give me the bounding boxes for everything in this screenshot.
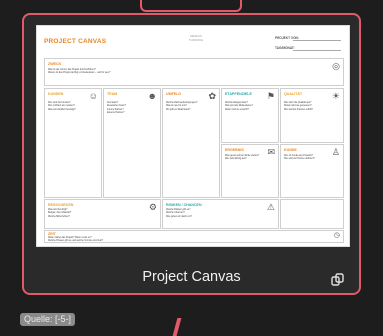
- card-caption: Project Canvas: [142, 269, 241, 285]
- milestone-icon: ⚑: [266, 91, 275, 101]
- section-text: Wann startet das Projekt? Wann endet es?…: [48, 237, 103, 243]
- resources-icon: ⚙: [148, 202, 157, 212]
- section-text: Wer sind die Kunden? Wer profitiert am m…: [48, 102, 76, 111]
- section-text: Welche Rahmenbedingungen? Was ist neu fü…: [166, 102, 198, 111]
- section-ergebnis: ERGEBNIS Was genau soll am Ende stehen? …: [221, 144, 279, 198]
- section-label: RISIKEN / CHANCEN: [166, 203, 202, 207]
- section-text: Kernteam? Erweitertes Team? Interne Part…: [107, 102, 126, 114]
- risk-icon: ⚠: [266, 202, 275, 212]
- section-kunde: KUNDE Wer ist Kunde des Projekts? Wie wi…: [280, 144, 344, 198]
- section-label: QUALITÄT: [284, 92, 303, 96]
- section-text: Wie sieht die Qualität aus? Woran wird s…: [284, 102, 313, 111]
- copy-icon[interactable]: [331, 273, 345, 287]
- section-label: ERGEBNIS: [225, 148, 244, 152]
- section-label: ZWECK: [48, 62, 62, 66]
- person-icon: ♙: [331, 147, 340, 157]
- section-etappenziele: ETAPPENZIELE Welche Etappenziele? Was si…: [221, 88, 279, 143]
- source-badge: Quelle: [-5-]: [20, 313, 76, 326]
- section-text: Was genau soll am Ende stehen? Wie sieht…: [225, 155, 260, 161]
- doc-title: PROJECT CANVAS: [44, 38, 107, 45]
- section-blank: [280, 199, 344, 229]
- section-label: KUNDE: [284, 148, 297, 152]
- section-label: ZEIT: [48, 232, 56, 236]
- section-label: UMFELD: [166, 92, 181, 96]
- section-text: Welche Risiken gibt es? Welche Chancen? …: [166, 209, 192, 218]
- section-ressourcen: RESSOURCEN Was wird benötigt? Budget, Ze…: [44, 199, 161, 229]
- top-tab-strip: [140, 0, 242, 12]
- section-label: ETAPPENZIELE: [225, 92, 252, 96]
- section-zeit: ZEIT Wann startet das Projekt? Wann ende…: [44, 230, 344, 243]
- section-risiken: RISIKEN / CHANCEN Welche Risiken gibt es…: [162, 199, 279, 229]
- doc-logo: DESIGN THINKING: [188, 34, 204, 42]
- people-icon: ☺: [88, 91, 98, 101]
- section-team: TEAM Kernteam? Erweitertes Team? Interne…: [103, 88, 161, 198]
- project-canvas-card[interactable]: PROJECT CANVAS DESIGN THINKING PROJEKT V…: [22, 13, 361, 295]
- sun-icon: ☀: [331, 91, 340, 101]
- section-label: KUNDEN: [48, 92, 64, 96]
- doc-header-field: TAG/MONAT:: [275, 46, 295, 50]
- section-text: Wer ist Kunde des Projekts? Wie wird der…: [284, 155, 315, 161]
- gift-icon: ✉: [267, 147, 275, 157]
- section-zweck: ZWECK Was ist der Grund, das Projekt dur…: [44, 58, 344, 86]
- section-kunden: KUNDEN Wer sind die Kunden? Wer profitie…: [44, 88, 102, 198]
- section-text: Welche Etappenziele? Was sind die Meilen…: [225, 102, 253, 111]
- section-qualitaet: QUALITÄT Wie sieht die Qualität aus? Wor…: [280, 88, 344, 143]
- clock-icon: ◷: [333, 232, 340, 239]
- section-label: TEAM: [107, 92, 118, 96]
- pointer-marker: [172, 318, 182, 336]
- target-icon: ◎: [332, 61, 340, 71]
- environment-icon: ✿: [208, 91, 216, 101]
- section-umfeld: UMFELD Welche Rahmenbedingungen? Was ist…: [162, 88, 220, 198]
- team-icon: ☻: [147, 91, 157, 101]
- canvas-preview-image: PROJECT CANVAS DESIGN THINKING PROJEKT V…: [36, 25, 350, 247]
- section-text: Was wird benötigt? Budget, Zeit, Materia…: [48, 209, 72, 218]
- section-text: Was ist der Grund, das Projekt durchzufü…: [48, 69, 111, 75]
- section-label: RESSOURCEN: [48, 203, 74, 207]
